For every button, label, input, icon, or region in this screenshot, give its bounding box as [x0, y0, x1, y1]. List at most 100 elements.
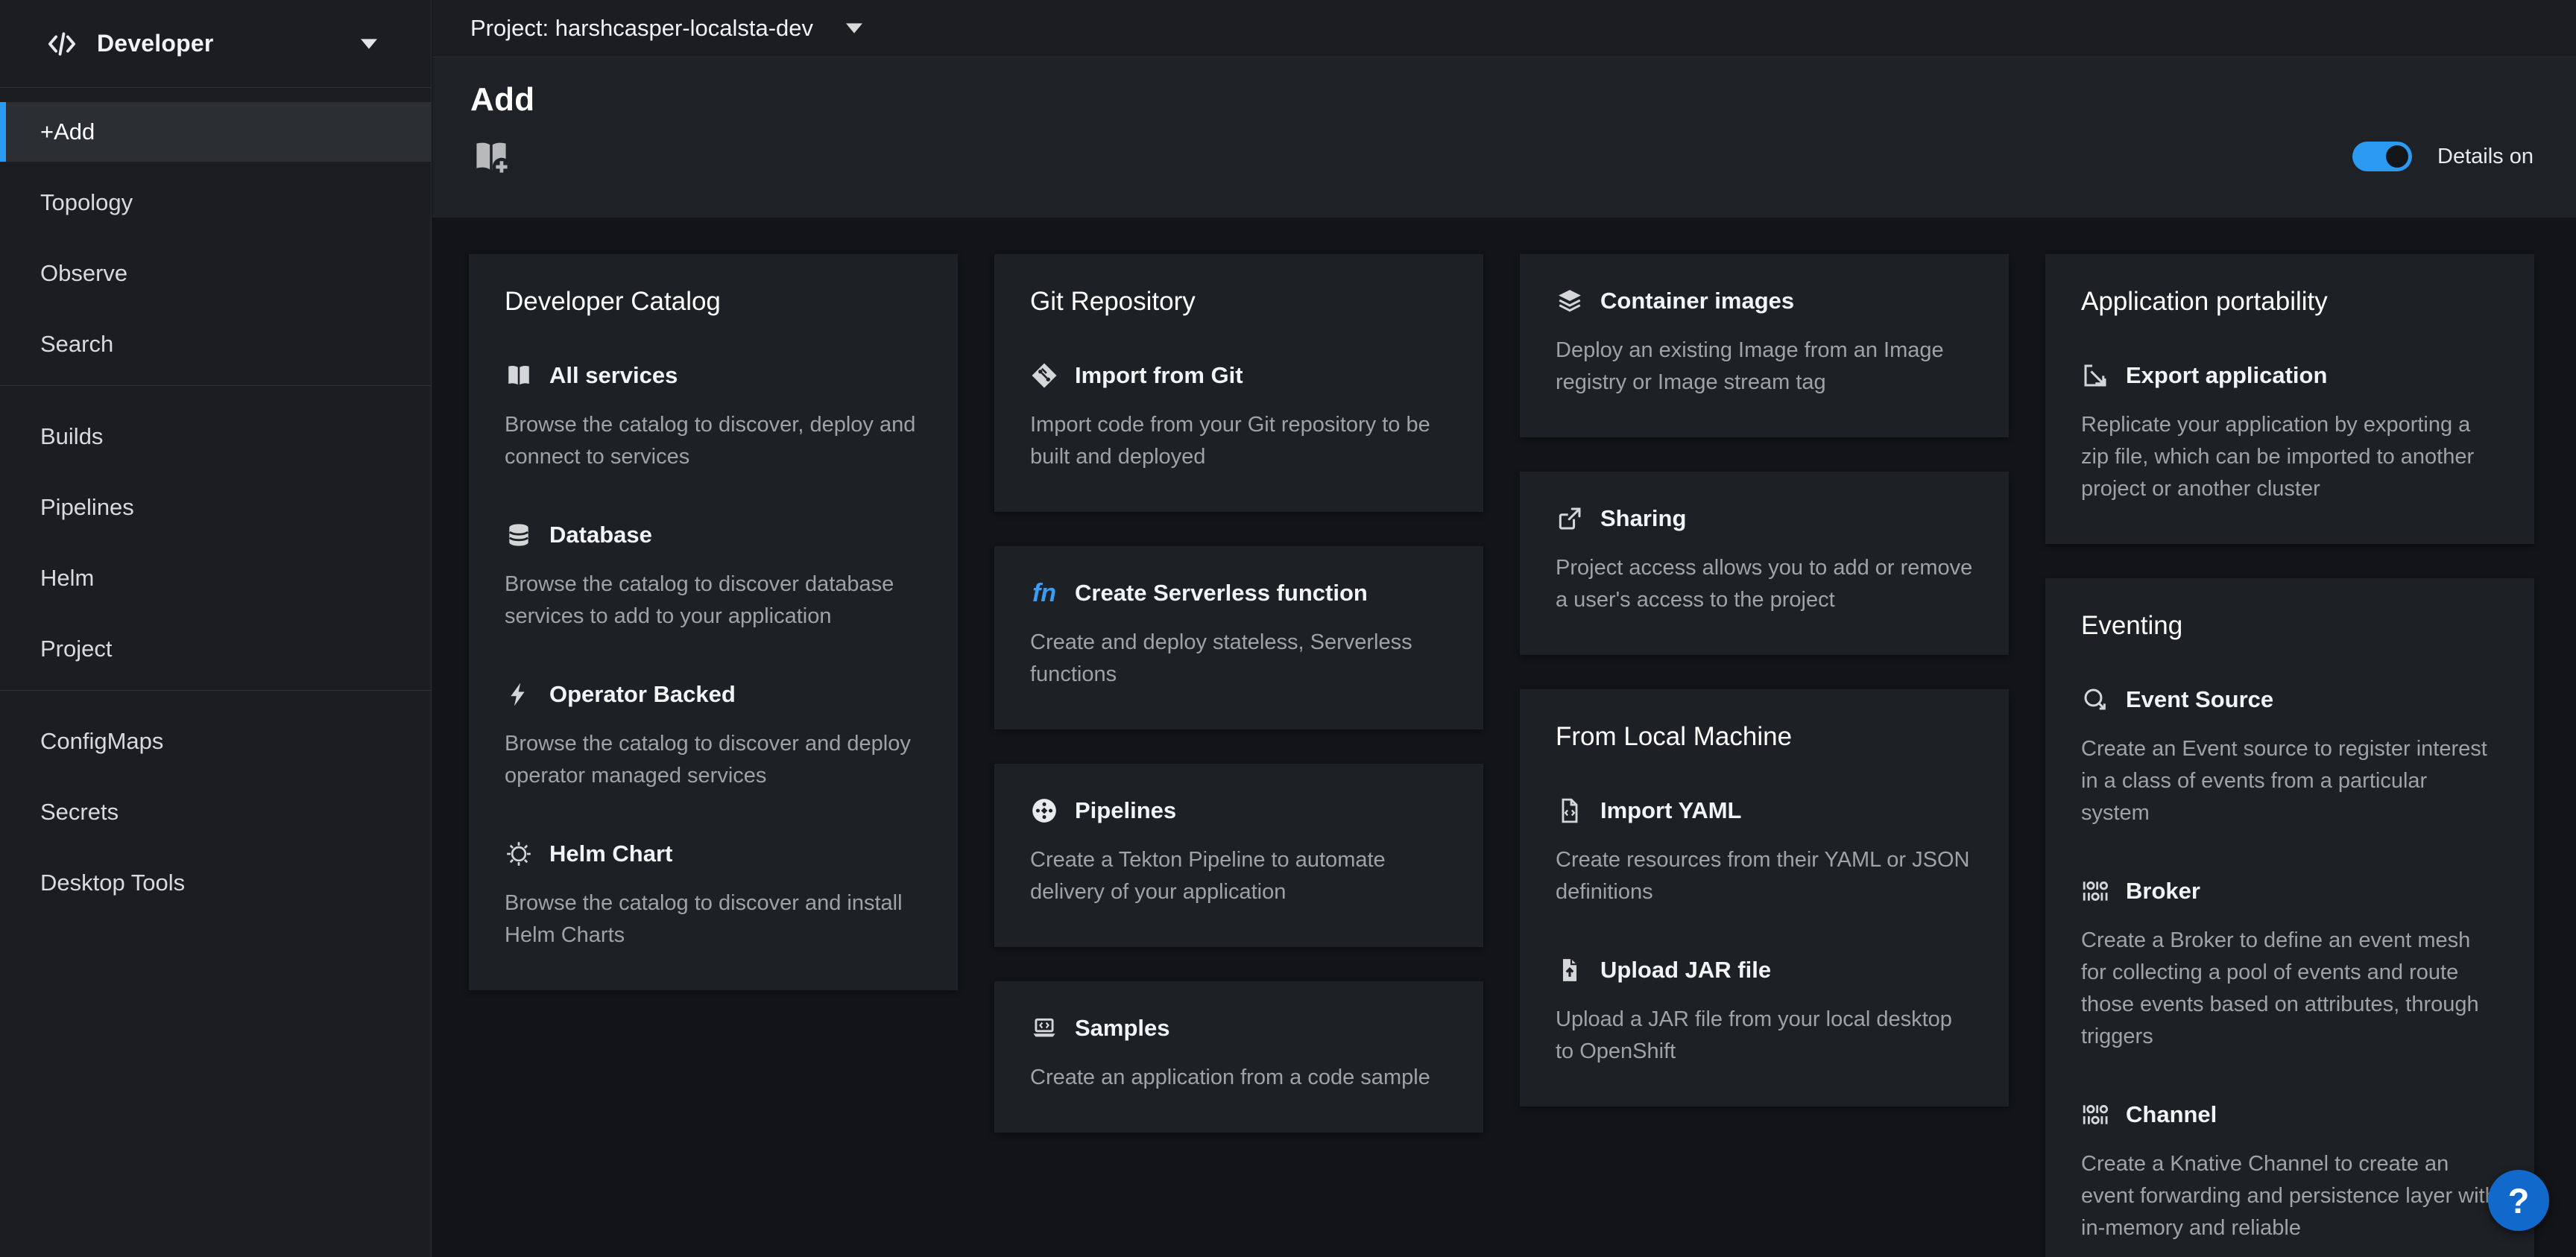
- item-label: All services: [549, 362, 678, 389]
- add-item-container-images[interactable]: Container images Deploy an existing Image…: [1556, 287, 1973, 399]
- helm-icon: [505, 840, 533, 868]
- add-item-operator-backed[interactable]: Operator BackedBrowse the catalog to dis…: [505, 680, 922, 792]
- git-icon: [1030, 361, 1058, 390]
- quick-starts-book-plus-icon[interactable]: [470, 136, 512, 177]
- add-item-sharing[interactable]: SharingProject access allows you to add …: [1556, 504, 1973, 616]
- perspective-switcher[interactable]: Developer: [0, 0, 431, 88]
- card-create-serverless-function[interactable]: fnCreate Serverless function Create and d…: [994, 546, 1483, 729]
- sidebar-item-helm[interactable]: Helm: [0, 548, 431, 608]
- fn-icon: fn: [1030, 579, 1058, 607]
- project-selector[interactable]: Project: harshcasper-localsta-dev: [432, 0, 2576, 57]
- card-git-repository[interactable]: Git Repository Import from Git Import code…: [994, 254, 1483, 512]
- item-description: Create and deploy stateless, Serverless …: [1030, 627, 1448, 691]
- card-developer-catalog: Developer CatalogAll servicesBrowse the …: [469, 254, 958, 990]
- card-container-images[interactable]: Container images Deploy an existing Image…: [1520, 254, 2009, 437]
- item-header: All services: [505, 361, 922, 390]
- item-header: Channel: [2081, 1101, 2498, 1129]
- sidebar-item-add[interactable]: +Add: [0, 102, 431, 162]
- item-label: Import from Git: [1075, 362, 1243, 389]
- item-description: Create a Tekton Pipeline to automate del…: [1030, 844, 1448, 908]
- item-description: Create a Knative Channel to create an ev…: [2081, 1148, 2498, 1244]
- page-header: Add Details on: [432, 57, 2576, 218]
- item-header: Database: [505, 521, 922, 549]
- sidebar: Developer +Add Topology Observe Search Build…: [0, 0, 432, 1257]
- item-label: Database: [549, 522, 652, 548]
- card-column: Application portabilityExport applicatio…: [2045, 254, 2534, 1257]
- add-item-broker[interactable]: Broker Create a Broker to define an event…: [2081, 877, 2498, 1053]
- item-header: Event Source: [2081, 686, 2498, 714]
- item-header: Broker: [2081, 877, 2498, 905]
- item-header: Upload JAR file: [1556, 956, 1973, 984]
- sidebar-item-secrets[interactable]: Secrets: [0, 782, 431, 842]
- bolt-icon: [505, 680, 533, 709]
- card-sharing[interactable]: SharingProject access allows you to add …: [1520, 472, 2009, 655]
- sidebar-item-search[interactable]: Search: [0, 314, 431, 374]
- binary-icon: [2081, 1101, 2109, 1129]
- card-application-portability[interactable]: Application portabilityExport applicatio…: [2045, 254, 2534, 544]
- nav-group-divider: [0, 385, 431, 386]
- project-selector-label: Project: harshcasper-localsta-dev: [470, 15, 813, 42]
- card-from-local-machine: From Local MachineImport YAMLCreate reso…: [1520, 689, 2009, 1106]
- add-item-create-serverless-function[interactable]: fnCreate Serverless function Create and d…: [1030, 579, 1448, 691]
- page-header-row: Details on: [470, 136, 2534, 177]
- sidebar-item-observe[interactable]: Observe: [0, 244, 431, 303]
- add-item-upload-jar-file[interactable]: Upload JAR file Upload a JAR file from yo…: [1556, 956, 1973, 1068]
- item-label: Helm Chart: [549, 840, 672, 867]
- chevron-down-icon: [846, 23, 862, 34]
- add-item-pipelines[interactable]: Pipelines Create a Tekton Pipeline to aut…: [1030, 797, 1448, 908]
- item-description: Replicate your application by exporting …: [2081, 409, 2498, 505]
- details-toggle[interactable]: [2352, 142, 2412, 171]
- sidebar-item-configmaps[interactable]: ConfigMaps: [0, 712, 431, 771]
- page-title: Add: [470, 81, 2534, 118]
- add-item-event-source[interactable]: Event SourceCreate an Event source to re…: [2081, 686, 2498, 829]
- details-toggle-label: Details on: [2437, 145, 2534, 169]
- item-description: Project access allows you to add or remo…: [1556, 552, 1973, 616]
- card-column: Developer CatalogAll servicesBrowse the …: [469, 254, 958, 990]
- item-description: Browse the catalog to discover and deplo…: [505, 728, 922, 792]
- card-column: Git Repository Import from Git Import code…: [994, 254, 1483, 1133]
- card-pipelines[interactable]: Pipelines Create a Tekton Pipeline to aut…: [994, 764, 1483, 947]
- item-header: fnCreate Serverless function: [1030, 579, 1448, 607]
- add-item-all-services[interactable]: All servicesBrowse the catalog to discov…: [505, 361, 922, 473]
- item-label: Upload JAR file: [1600, 957, 1771, 984]
- nav-group-divider: [0, 690, 431, 691]
- add-item-export-application[interactable]: Export application Replicate your applica…: [2081, 361, 2498, 505]
- item-label: Pipelines: [1075, 797, 1176, 824]
- code-icon: [46, 28, 78, 60]
- item-description: Create resources from their YAML or JSON…: [1556, 844, 1973, 908]
- add-item-import-yaml[interactable]: Import YAML Create resources from their Y…: [1556, 797, 1973, 908]
- sidebar-item-desktop-tools[interactable]: Desktop Tools: [0, 853, 431, 913]
- export-icon: [2081, 361, 2109, 390]
- item-description: Create a Broker to define an event mesh …: [2081, 925, 2498, 1053]
- item-label: Samples: [1075, 1015, 1170, 1042]
- add-item-samples[interactable]: SamplesCreate an application from a code…: [1030, 1014, 1448, 1094]
- layers-icon: [1556, 287, 1584, 315]
- file-upload-icon: [1556, 956, 1584, 984]
- main-area: Project: harshcasper-localsta-dev Add De…: [432, 0, 2576, 1257]
- item-label: Import YAML: [1600, 797, 1741, 824]
- item-label: Channel: [2126, 1101, 2217, 1128]
- help-button[interactable]: ?: [2488, 1170, 2549, 1231]
- sidebar-item-project[interactable]: Project: [0, 619, 431, 679]
- add-item-import-from-git[interactable]: Import from Git Import code from your Git…: [1030, 361, 1448, 473]
- item-label: Export application: [2126, 362, 2327, 389]
- sidebar-item-pipelines[interactable]: Pipelines: [0, 478, 431, 537]
- add-item-helm-chart[interactable]: Helm Chart Browse the catalog to discover…: [505, 840, 922, 952]
- add-item-channel[interactable]: Channel Create a Knative Channel to creat…: [2081, 1101, 2498, 1244]
- add-item-database[interactable]: DatabaseBrowse the catalog to discover d…: [505, 521, 922, 633]
- item-description: Browse the catalog to discover and insta…: [505, 887, 922, 952]
- sidebar-item-topology[interactable]: Topology: [0, 173, 431, 232]
- sidebar-nav: +Add Topology Observe Search Builds Pipelines…: [0, 88, 431, 913]
- file-code-icon: [1556, 797, 1584, 825]
- item-header: Container images: [1556, 287, 1973, 315]
- card-samples[interactable]: SamplesCreate an application from a code…: [994, 981, 1483, 1133]
- item-description: Upload a JAR file from your local deskto…: [1556, 1004, 1973, 1068]
- item-header: Import from Git: [1030, 361, 1448, 390]
- item-description: Import code from your Git repository to …: [1030, 409, 1448, 473]
- item-header: Import YAML: [1556, 797, 1973, 825]
- card-title: Git Repository: [1030, 287, 1448, 317]
- item-description: Deploy an existing Image from an Image r…: [1556, 335, 1973, 399]
- sidebar-item-builds[interactable]: Builds: [0, 407, 431, 466]
- database-icon: [505, 521, 533, 549]
- samples-icon: [1030, 1014, 1058, 1042]
